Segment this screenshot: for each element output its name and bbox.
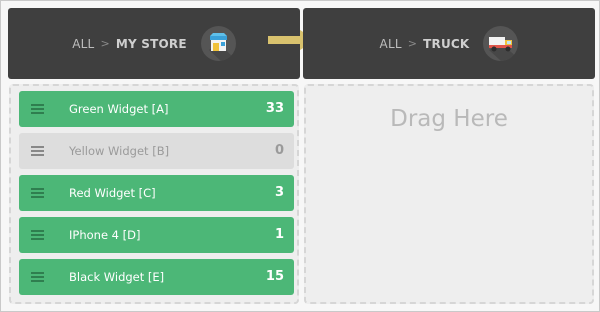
item-count: 33 — [265, 101, 284, 116]
drop-zone-text: Drag Here — [390, 106, 508, 132]
item-count: 15 — [265, 269, 284, 284]
target-name: TRUCK — [423, 36, 470, 51]
drag-handle-icon[interactable] — [31, 272, 44, 282]
inventory-transfer-widget: ALL > MY STORE ALL > TRUCK Green Widget … — [0, 0, 600, 312]
target-breadcrumb: ALL > TRUCK — [380, 37, 470, 51]
source-breadcrumb: ALL > MY STORE — [72, 37, 187, 51]
item-label: Yellow Widget [B] — [69, 144, 170, 158]
item-label: IPhone 4 [D] — [69, 228, 141, 242]
target-header: ALL > TRUCK — [303, 8, 595, 79]
drag-handle-icon — [31, 146, 44, 156]
drag-handle-icon[interactable] — [31, 104, 44, 114]
item-count: 3 — [274, 185, 284, 200]
list-item[interactable]: Green Widget [A] 33 — [19, 91, 294, 127]
item-count: 1 — [274, 227, 284, 242]
truck-icon — [483, 26, 519, 61]
item-label: Red Widget [C] — [69, 186, 156, 200]
list-item[interactable]: Red Widget [C] 3 — [19, 175, 294, 211]
list-item[interactable]: IPhone 4 [D] 1 — [19, 217, 294, 253]
store-icon — [200, 26, 236, 61]
item-label: Black Widget [E] — [69, 270, 165, 284]
source-item-list: Green Widget [A] 33 Yellow Widget [B] 0 … — [9, 84, 299, 304]
source-all-link[interactable]: ALL — [72, 37, 94, 51]
drag-handle-icon[interactable] — [31, 230, 44, 240]
breadcrumb-separator: > — [100, 37, 110, 50]
drag-handle-icon[interactable] — [31, 188, 44, 198]
item-count: 0 — [274, 143, 284, 158]
source-name: MY STORE — [115, 36, 187, 51]
list-item: Yellow Widget [B] 0 — [19, 133, 294, 169]
target-all-link[interactable]: ALL — [380, 37, 402, 51]
source-header: ALL > MY STORE — [8, 8, 300, 79]
item-label: Green Widget [A] — [69, 102, 169, 116]
list-item[interactable]: Black Widget [E] 15 — [19, 259, 294, 295]
breadcrumb-separator: > — [407, 37, 418, 50]
drop-zone[interactable]: Drag Here — [304, 84, 594, 304]
